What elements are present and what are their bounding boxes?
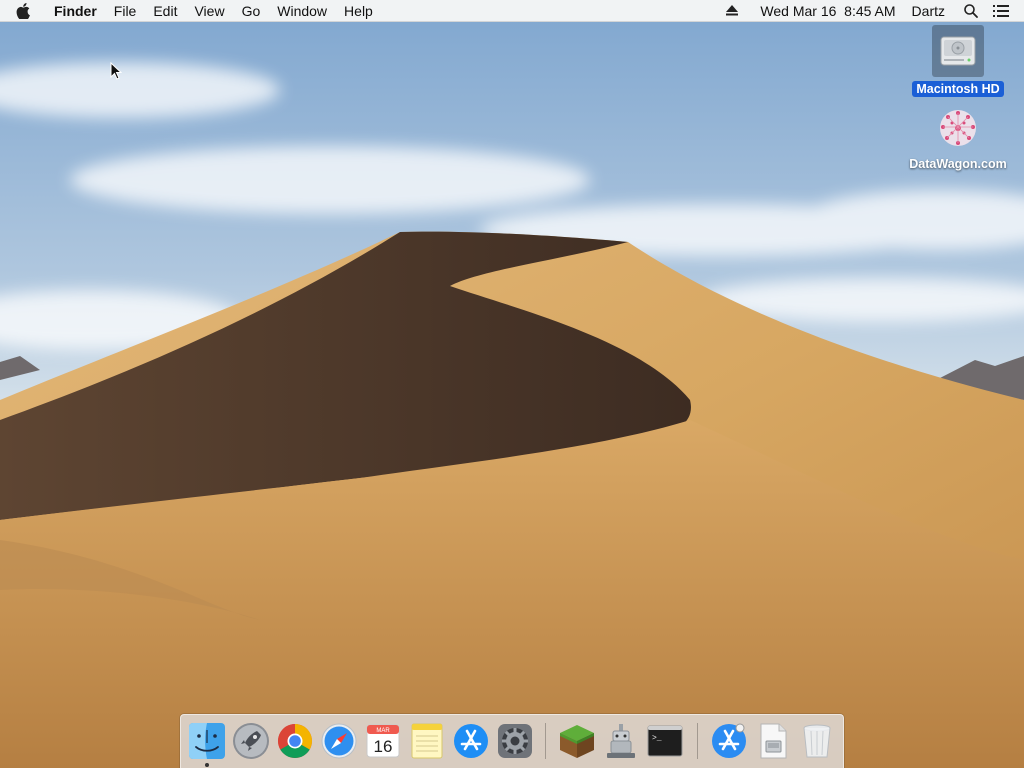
desktop-icon-label: Macintosh HD <box>912 81 1004 97</box>
menu-file[interactable]: File <box>105 0 145 22</box>
dock-item-system-preferences[interactable] <box>495 721 535 761</box>
eject-icon[interactable] <box>721 0 743 22</box>
calendar-month-text: MAR <box>376 728 390 734</box>
gear-icon <box>498 724 532 758</box>
dock-item-chrome[interactable] <box>275 721 315 761</box>
dock-item-downloads[interactable] <box>709 721 749 761</box>
magnifier-icon[interactable] <box>960 0 982 22</box>
menu-view[interactable]: View <box>186 0 233 22</box>
trash-icon <box>803 724 831 758</box>
dock-item-notes[interactable] <box>407 721 447 761</box>
dock-item-trash[interactable] <box>797 721 837 761</box>
hard-drive-icon <box>932 25 984 77</box>
desktop-icon-datawagon[interactable]: DataWagon.com <box>898 104 1018 172</box>
app-store-folder-icon <box>712 723 746 758</box>
grass-block-icon <box>560 725 594 758</box>
rocket-icon <box>233 723 269 759</box>
dock-item-safari[interactable] <box>319 721 359 761</box>
menu-edit[interactable]: Edit <box>145 0 186 22</box>
list-icon[interactable] <box>990 0 1012 22</box>
robot-icon <box>607 724 635 758</box>
dock-separator <box>545 723 546 759</box>
dock-item-documents[interactable] <box>753 721 793 761</box>
calendar-day-text: 16 <box>374 737 393 756</box>
chrome-icon <box>278 724 312 758</box>
dock-item-terminal[interactable]: >_ <box>645 721 685 761</box>
menubar-user[interactable]: Dartz <box>912 0 945 22</box>
dock-separator <box>697 723 698 759</box>
notepad-icon <box>411 723 443 759</box>
menubar-clock[interactable]: Wed Mar 16 8:45 AM <box>760 0 895 22</box>
calendar-icon: MAR 16 <box>366 724 400 758</box>
desktop-icon-macintosh-hd[interactable]: Macintosh HD <box>908 25 1008 97</box>
menu-window[interactable]: Window <box>269 0 336 22</box>
mouse-pointer-icon <box>110 62 122 80</box>
dock-item-launchpad[interactable] <box>231 721 271 761</box>
menu-go[interactable]: Go <box>233 0 269 22</box>
dock-item-automator[interactable] <box>601 721 641 761</box>
menu-finder[interactable]: Finder <box>46 0 105 22</box>
network-server-icon <box>934 104 982 152</box>
dock-item-calendar[interactable]: MAR 16 <box>363 721 403 761</box>
document-disk-icon <box>760 723 787 759</box>
dock-item-minecraft[interactable] <box>557 721 597 761</box>
dock-item-finder[interactable] <box>187 721 227 761</box>
apple-logo-icon[interactable] <box>0 0 46 22</box>
compass-icon <box>321 723 357 759</box>
dock: MAR 16 >_ <box>180 714 844 768</box>
terminal-prompt-text: >_ <box>652 734 662 743</box>
terminal-icon: >_ <box>647 725 683 757</box>
app-store-icon <box>454 724 488 758</box>
finder-icon <box>189 723 225 759</box>
running-indicator <box>205 763 209 767</box>
desktop-wallpaper <box>0 0 1024 768</box>
menu-bar: Finder File Edit View Go Window Help Wed… <box>0 0 1024 22</box>
desktop-icon-label: DataWagon.com <box>909 157 1007 171</box>
menu-help[interactable]: Help <box>336 0 382 22</box>
dock-item-app-store[interactable] <box>451 721 491 761</box>
